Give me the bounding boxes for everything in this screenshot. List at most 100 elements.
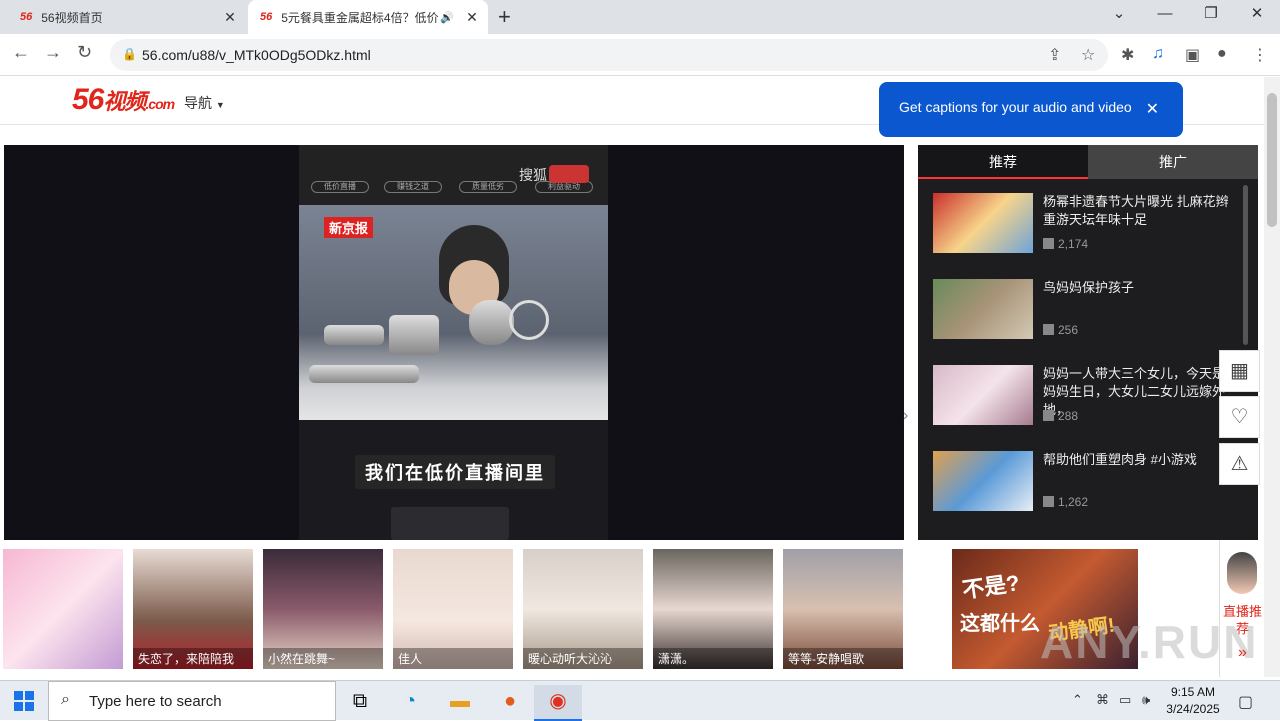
media-control-icon[interactable]: ♫ bbox=[1152, 45, 1164, 63]
network-icon[interactable]: ▭ bbox=[1119, 692, 1131, 708]
site-favicon: 56 bbox=[260, 11, 273, 23]
play-icon bbox=[1043, 324, 1054, 335]
share-icon[interactable]: ⇪ bbox=[1048, 45, 1061, 65]
url-text[interactable]: 56.com/u88/v_MTk0ODg5ODkz.html bbox=[142, 47, 371, 63]
tab-promote[interactable]: 推广 bbox=[1088, 145, 1258, 179]
address-bar[interactable]: 🔒 56.com/u88/v_MTk0ODg5ODkz.html ⇪ ☆ bbox=[110, 39, 1108, 71]
tab-56-home[interactable]: 56 56视频首页 ✕ bbox=[8, 0, 246, 34]
video-title[interactable]: 杨幂非遗春节大片曝光 扎麻花辫重游天坛年味十足 bbox=[1043, 193, 1233, 229]
captions-popup: Get captions for your audio and video ✕ bbox=[879, 82, 1183, 137]
video-player[interactable]: 低价直播 赚钱之道 质量低劣 利益驱动 搜狐 新京报 我们在低价直播间里 bbox=[4, 145, 904, 540]
live-card[interactable]: 等等-安静唱歌 bbox=[783, 549, 903, 669]
tab-video-page[interactable]: 56 5元餐具重金属超标4倍？低价 🔊 ✕ bbox=[248, 0, 488, 34]
live-card-caption: 小然在跳舞~ bbox=[263, 648, 383, 669]
live-card[interactable]: 小然在跳舞~ bbox=[263, 549, 383, 669]
qr-code-icon[interactable]: ▦ bbox=[1219, 350, 1260, 392]
live-recommend-panel[interactable]: 直播推荐 » bbox=[1219, 540, 1264, 677]
topic-chip: 质量低劣 bbox=[459, 181, 517, 193]
tab-recommend[interactable]: 推荐 bbox=[918, 145, 1088, 179]
search-placeholder: Type here to search bbox=[89, 693, 222, 710]
speaker-icon[interactable]: 🔊 bbox=[440, 11, 454, 24]
tab-strip: 56 56视频首页 ✕ 56 5元餐具重金属超标4倍？低价 🔊 ✕ + ⌄ — … bbox=[0, 0, 1280, 34]
tray-shape bbox=[309, 365, 419, 383]
start-tile bbox=[14, 702, 23, 711]
new-tab-button[interactable]: + bbox=[498, 4, 511, 30]
live-card[interactable]: 暖心动听大沁沁 bbox=[523, 549, 643, 669]
live-stream-strip: 失恋了，来陪陪我 小然在跳舞~ 佳人 暖心动听大沁沁 潇潇。 等等-安静唱歌 不… bbox=[0, 540, 1264, 677]
live-recommend-label: 直播推荐 bbox=[1222, 604, 1262, 636]
taskbar-clock[interactable]: 9:15 AM 3/24/2025 bbox=[1158, 684, 1228, 718]
live-card[interactable]: 潇潇。 bbox=[653, 549, 773, 669]
task-view-icon[interactable]: ⧉ bbox=[336, 685, 384, 721]
volume-icon[interactable]: 🕪 bbox=[1142, 692, 1150, 708]
side-panel-icon[interactable]: ▣ bbox=[1185, 45, 1200, 65]
video-thumbnail[interactable] bbox=[933, 279, 1033, 339]
sidebar-scrollbar[interactable] bbox=[1243, 185, 1248, 345]
chevron-up-icon[interactable]: ⌃ bbox=[1072, 692, 1083, 708]
forward-button[interactable]: → bbox=[44, 42, 62, 63]
video-frame[interactable]: 低价直播 赚钱之道 质量低劣 利益驱动 搜狐 新京报 我们在低价直播间里 bbox=[299, 145, 608, 540]
view-count-value: 256 bbox=[1058, 323, 1079, 337]
extensions-icon[interactable]: ✱ bbox=[1121, 45, 1134, 65]
notification-icon[interactable]: ▢ bbox=[1238, 692, 1253, 712]
live-card[interactable] bbox=[3, 549, 123, 669]
view-count: 2,174 bbox=[1043, 237, 1088, 251]
red-label bbox=[549, 165, 589, 183]
live-card-caption: 潇潇。 bbox=[653, 648, 773, 669]
video-thumbnail[interactable] bbox=[933, 193, 1033, 253]
live-card[interactable]: 失恋了，来陪陪我 bbox=[133, 549, 253, 669]
restore-button[interactable]: ❐ bbox=[1188, 0, 1234, 30]
back-button[interactable]: ← bbox=[12, 42, 30, 63]
close-icon[interactable]: ✕ bbox=[464, 9, 480, 26]
minimize-button[interactable]: — bbox=[1142, 0, 1188, 30]
video-thumbnail[interactable] bbox=[933, 365, 1033, 425]
live-card[interactable]: 佳人 bbox=[393, 549, 513, 669]
profile-avatar-icon[interactable]: ● bbox=[1217, 45, 1227, 63]
caret-down-icon: ▼ bbox=[215, 100, 225, 110]
list-item[interactable]: 杨幂非遗春节大片曝光 扎麻花辫重游天坛年味十足 2,174 bbox=[933, 193, 1233, 255]
meet-icon[interactable]: ⌘ bbox=[1096, 692, 1109, 708]
lock-icon[interactable]: 🔒 bbox=[122, 47, 137, 61]
kettle-shape bbox=[469, 300, 514, 345]
lightbulb-icon[interactable]: ♡ bbox=[1219, 396, 1260, 438]
chrome-icon[interactable]: ◉ bbox=[534, 685, 582, 721]
clock-date: 3/24/2025 bbox=[1166, 702, 1220, 716]
start-tile bbox=[25, 691, 34, 700]
video-thumbnail[interactable] bbox=[933, 451, 1033, 511]
news-badge: 新京报 bbox=[324, 217, 374, 238]
firefox-icon[interactable]: ● bbox=[486, 685, 534, 721]
popup-text: Get captions for your audio and video bbox=[899, 99, 1132, 115]
video-title[interactable]: 鸟妈妈保护孩子 bbox=[1043, 279, 1233, 297]
reload-button[interactable]: ↻ bbox=[77, 42, 92, 63]
play-icon bbox=[1043, 496, 1054, 507]
play-icon bbox=[1043, 410, 1054, 421]
video-title[interactable]: 帮助他们重塑肉身 #小游戏 bbox=[1043, 451, 1233, 469]
tab-title: 5元餐具重金属超标4倍？低价 bbox=[281, 10, 439, 25]
menu-kebab-icon[interactable]: ⋮ bbox=[1252, 45, 1268, 65]
page-viewport: 56视频.com 导航 ▼ Get captions for your audi… bbox=[0, 77, 1264, 677]
warning-icon[interactable]: ⚠ bbox=[1219, 443, 1260, 485]
video-scene: 新京报 bbox=[299, 205, 608, 420]
windows-start-icon[interactable] bbox=[14, 691, 34, 711]
list-item[interactable]: 鸟妈妈保护孩子 256 bbox=[933, 279, 1233, 341]
taskbar-search[interactable]: ⌕ Type here to search bbox=[48, 681, 336, 721]
double-chevron-right-icon[interactable]: » bbox=[1220, 644, 1264, 662]
close-icon[interactable]: ✕ bbox=[222, 9, 238, 26]
file-explorer-icon[interactable]: ▬ bbox=[436, 685, 484, 721]
nav-menu[interactable]: 导航 ▼ bbox=[184, 93, 225, 113]
list-item[interactable]: 帮助他们重塑肉身 #小游戏 1,262 bbox=[933, 451, 1233, 513]
page-scrollbar[interactable] bbox=[1264, 77, 1280, 677]
close-icon[interactable]: ✕ bbox=[1146, 99, 1159, 119]
logo-suffix: .com bbox=[145, 96, 175, 112]
video-top-banner: 低价直播 赚钱之道 质量低劣 利益驱动 搜狐 bbox=[299, 145, 608, 205]
close-window-button[interactable]: ✕ bbox=[1234, 0, 1280, 30]
tab-search-chevron-icon[interactable]: ⌄ bbox=[1096, 0, 1142, 30]
edge-icon[interactable]: ◔ bbox=[386, 685, 434, 721]
chevron-right-icon[interactable]: › bbox=[903, 407, 908, 425]
logo-number: 56 bbox=[72, 83, 104, 116]
site-logo[interactable]: 56视频.com bbox=[72, 83, 175, 117]
view-count: 1,262 bbox=[1043, 495, 1088, 509]
bookmark-star-icon[interactable]: ☆ bbox=[1081, 45, 1095, 65]
list-item[interactable]: 妈妈一人带大三个女儿，今天是妈妈生日，大女儿二女儿远嫁外地， 288 bbox=[933, 365, 1233, 427]
scrollbar-thumb[interactable] bbox=[1267, 93, 1277, 227]
